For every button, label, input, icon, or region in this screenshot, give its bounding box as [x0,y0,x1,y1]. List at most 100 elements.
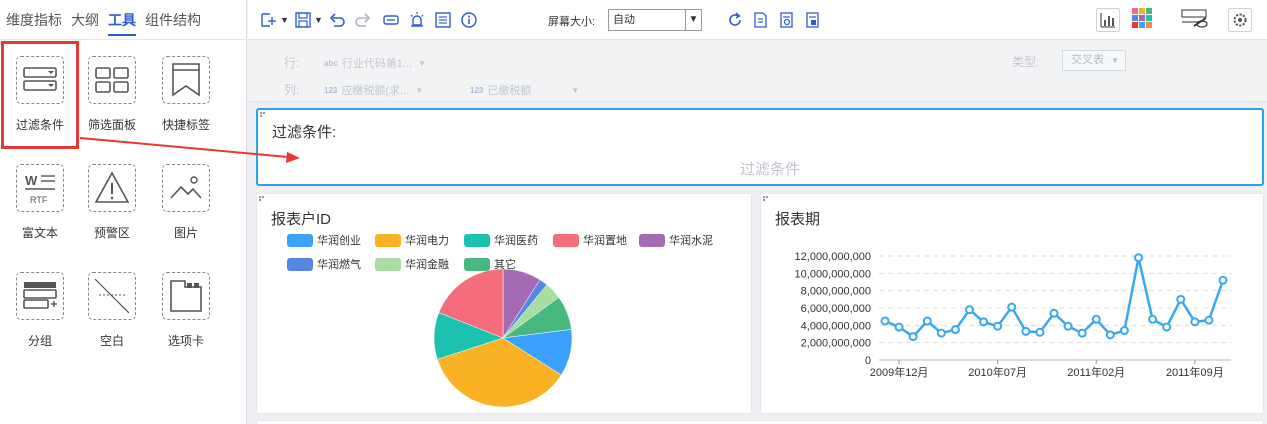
legend-label: 华润医药 [494,235,538,247]
field-type-tag: 123 [470,85,484,95]
data-point[interactable] [1105,330,1115,340]
data-point[interactable] [1091,314,1101,324]
data-point[interactable] [1190,317,1200,327]
type-select[interactable]: 交叉表 ▼ [1062,50,1126,71]
list-button[interactable] [434,10,452,30]
data-point[interactable] [1035,327,1045,337]
save-button[interactable]: ▼ [294,10,323,30]
legend-item[interactable]: 华润水泥 [639,232,713,248]
export-button[interactable] [752,10,770,30]
settings-report-button[interactable] [804,10,822,30]
legend-item[interactable]: 其它 [464,256,516,272]
data-point[interactable] [1134,253,1143,263]
column-label: 列: [284,83,300,97]
redo-button[interactable] [354,10,372,30]
tool-tabs[interactable]: 选项卡 [150,256,222,356]
report-id-widget[interactable]: 报表户ID 华润创业 华润电力 华润医药 华润置地 华润水泥 华润燃气 华润金融 其它 [256,193,752,414]
rich-text-icon: W RTF [16,164,64,212]
tab-tools[interactable]: 工具 [108,0,136,40]
drag-handle-icon[interactable] [259,196,265,202]
data-point[interactable] [1162,322,1172,332]
drag-handle-icon[interactable] [763,196,769,202]
y-tick-label: 10,000,000,000 [795,268,871,280]
bookmark-icon [162,56,210,104]
drag-handle-icon[interactable] [260,112,266,118]
type-value: 交叉表 [1071,54,1104,66]
series-line [884,257,1225,339]
new-button[interactable]: ▼ [260,10,289,30]
tool-label: 空白 [99,334,124,348]
data-point[interactable] [908,332,918,342]
pie-chart [433,268,573,408]
data-point[interactable] [965,305,974,315]
data-point[interactable] [922,316,932,326]
undo-icon [329,13,345,27]
data-point[interactable] [1148,314,1158,324]
warning-icon [88,164,136,212]
gear-icon [1233,13,1247,27]
info-button[interactable] [460,10,478,30]
data-point[interactable] [1218,275,1228,285]
list-icon [435,12,451,28]
data-point[interactable] [894,322,904,332]
data-point[interactable] [950,325,960,335]
undo-button[interactable] [328,10,346,30]
screen-size-label: 屏幕大小: [548,16,596,28]
tool-filter-panel[interactable]: 筛选面板 [76,40,148,140]
column-field[interactable]: 123 已缴税额 ▼ [470,82,579,98]
tool-label: 筛选面板 [87,118,136,132]
data-point[interactable] [979,317,989,327]
data-point[interactable] [1204,315,1214,325]
report-period-widget[interactable]: 0 2,000,000,000 4,000,000,000 6,000,000,000… [760,193,1264,414]
data-point[interactable] [936,328,946,338]
legend-label: 华润电力 [405,235,449,247]
group-icon [16,272,64,320]
refresh-button[interactable] [726,10,744,30]
link-button[interactable] [382,10,400,30]
svg-text:RTF: RTF [30,195,48,205]
data-point[interactable] [1176,294,1186,304]
legend-item[interactable]: 华润医药 [464,232,538,248]
legend-label: 华润水泥 [669,235,713,247]
data-point[interactable] [1021,326,1031,336]
data-point[interactable] [1049,308,1059,318]
legend-item[interactable]: 华润创业 [287,232,361,248]
legend-item[interactable]: 华润燃气 [287,256,361,272]
tool-warning-area[interactable]: 预警区 [76,148,148,248]
new-icon [261,13,276,27]
palette-button[interactable] [1130,8,1154,28]
tool-image[interactable]: 图片 [150,148,222,248]
data-point[interactable] [1119,326,1129,336]
tool-group[interactable]: 分组 [4,256,76,356]
chart-button[interactable] [1096,8,1120,32]
tool-quick-tag[interactable]: 快捷标签 [150,40,222,140]
alert-button[interactable] [408,10,426,30]
chart-icon [1100,13,1115,28]
data-point[interactable] [880,316,890,326]
tab-outline[interactable]: 大纲 [71,0,99,40]
y-tick-label: 2,000,000,000 [801,338,871,350]
tool-rich-text[interactable]: W RTF 富文本 [4,148,76,248]
field-type-tag: abc [324,58,338,68]
legend-item[interactable]: 华润金融 [375,256,449,272]
screen-size-select[interactable]: 自动 ▼ [608,9,702,31]
column-field[interactable]: 123 应缴税额(求... ▼ [324,82,423,98]
filter-condition-widget[interactable]: 过滤条件: 过滤条件 [256,108,1264,186]
data-point[interactable] [1063,321,1073,331]
tool-filter-condition[interactable]: 过滤条件 [4,40,76,140]
tab-dimensions[interactable]: 维度指标 [6,0,62,40]
data-point[interactable] [1077,328,1087,338]
data-point[interactable] [993,321,1003,331]
data-point[interactable] [1007,302,1017,312]
report-button[interactable] [778,10,796,30]
hide-icon [1181,9,1208,28]
tab-component-structure[interactable]: 组件结构 [145,0,201,40]
row-field[interactable]: abc 行业代码第1... ▼ [324,55,426,71]
chevron-down-icon: ▼ [280,15,289,25]
settings-report-icon [806,12,819,28]
tool-blank[interactable]: 空白 [76,256,148,356]
legend-item[interactable]: 华润置地 [553,232,627,248]
gear-button[interactable] [1228,8,1252,32]
legend-item[interactable]: 华润电力 [375,232,449,248]
hide-button[interactable] [1180,8,1210,28]
